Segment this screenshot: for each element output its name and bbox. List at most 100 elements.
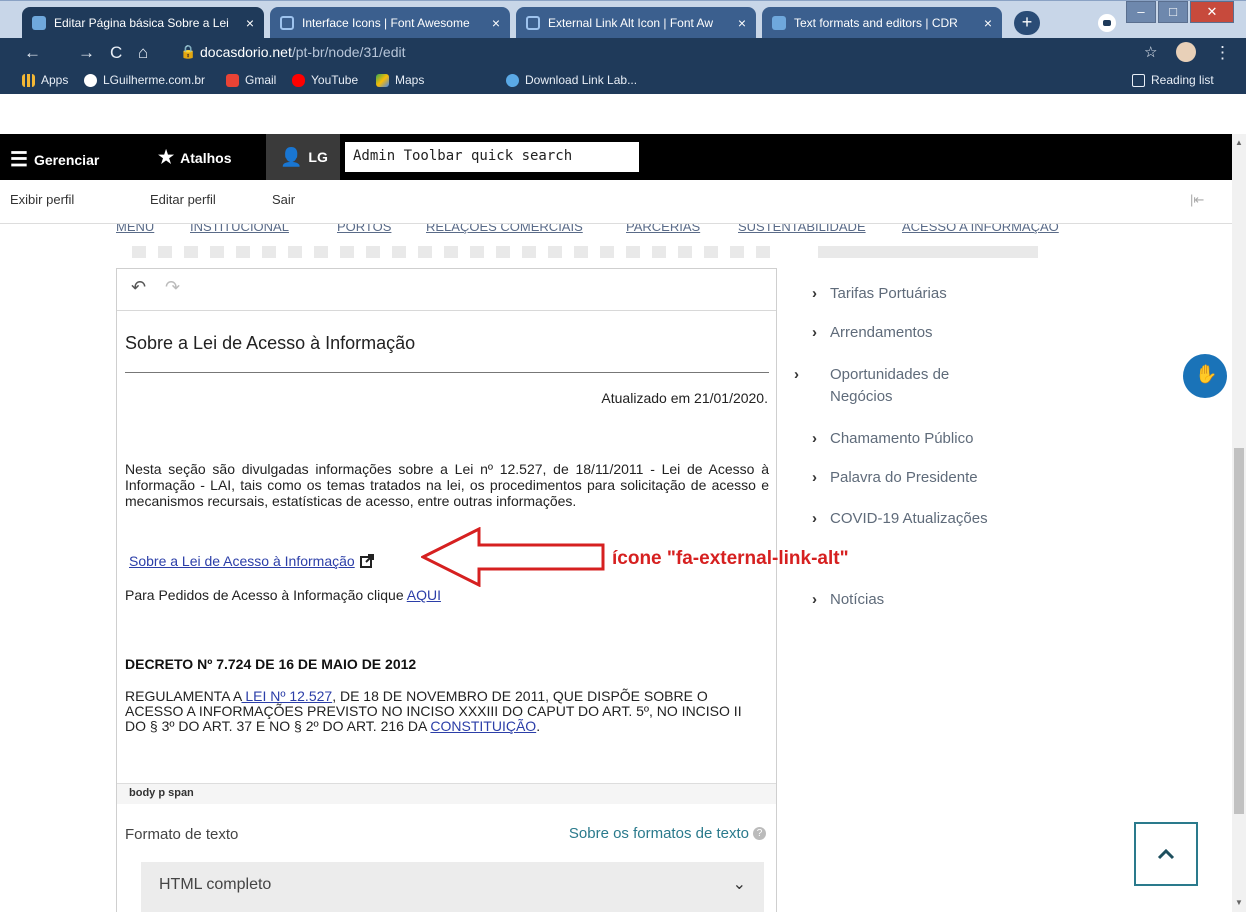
redo-icon[interactable]: ↷ xyxy=(165,277,180,298)
accessibility-vlibras-button[interactable]: ✋ xyxy=(1183,354,1227,398)
regul-text: REGULAMENTA A xyxy=(125,688,242,704)
sidebar-item-tarifas[interactable]: › Tarifas Portuárias xyxy=(812,283,947,305)
tab-close-icon[interactable]: × xyxy=(984,15,992,31)
lei-link[interactable]: LEI Nº 12.527 xyxy=(241,688,332,704)
logout-link[interactable]: Sair xyxy=(272,192,295,207)
bookmark-maps[interactable]: Maps xyxy=(376,73,424,87)
flag-icon xyxy=(526,16,540,30)
chevron-down-icon: ⌄ xyxy=(732,876,746,893)
bookmark-star-icon[interactable]: ☆ xyxy=(1144,43,1157,61)
download-icon xyxy=(506,73,519,87)
constituicao-link[interactable]: CONSTITUIÇÃO xyxy=(430,718,536,734)
tab-close-icon[interactable]: × xyxy=(738,15,746,31)
menu-item-parcerias[interactable]: PARCERIAS xyxy=(626,224,700,234)
text-format-select[interactable]: HTML completo ⌄ xyxy=(141,862,764,912)
chevron-right-icon: › xyxy=(812,324,817,341)
bookmark-download-link-lab[interactable]: Download Link Lab... xyxy=(506,73,637,87)
regulamenta-paragraph: REGULAMENTA A LEI Nº 12.527, DE 18 DE NO… xyxy=(125,689,765,734)
tab-close-icon[interactable]: × xyxy=(246,15,254,31)
sidebar-item-label: Palavra do Presidente xyxy=(830,469,978,486)
forward-icon[interactable]: → xyxy=(78,43,95,63)
address-bar: ← → C ⌂ 🔒 docasdorio.net/pt-br/node/31/e… xyxy=(0,38,1246,68)
hamburger-icon: ☰ xyxy=(10,149,28,171)
page-scrollbar[interactable]: ▲ ▼ xyxy=(1232,134,1246,912)
scroll-to-top-button[interactable] xyxy=(1134,822,1198,886)
browser-menu-icon[interactable]: ⋮ xyxy=(1214,43,1231,63)
admin-quick-search-input[interactable]: Admin Toolbar quick search xyxy=(345,142,639,172)
manage-button[interactable]: ☰ Gerenciar xyxy=(10,147,99,172)
menu-item-acesso-informacao[interactable]: ACESSO A INFORMAÇÃO xyxy=(902,224,1059,234)
menu-item-institucional[interactable]: INSTITUCIONAL xyxy=(190,224,289,234)
sidebar-item-arrendamentos[interactable]: › Arrendamentos xyxy=(812,322,933,344)
tab-editar-pagina[interactable]: Editar Página básica Sobre a Lei × xyxy=(22,7,264,39)
text-format-section: Formato de texto Sobre os formatos de te… xyxy=(116,804,777,912)
updated-date: Atualizado em 21/01/2020. xyxy=(601,390,768,406)
chevron-right-icon: › xyxy=(812,430,817,447)
tab-label: External Link Alt Icon | Font Aw xyxy=(548,16,713,30)
site-favicon-icon xyxy=(32,16,46,30)
close-window-icon[interactable]: ✕ xyxy=(1190,1,1234,23)
sidebar-item-covid[interactable]: › COVID-19 Atualizações xyxy=(812,508,988,530)
new-tab-button[interactable]: + xyxy=(1014,11,1040,35)
edit-profile-link[interactable]: Editar perfil xyxy=(150,192,216,207)
sidebar-item-chamamento[interactable]: › Chamamento Público xyxy=(812,428,973,450)
reading-list-button[interactable]: Reading list xyxy=(1132,73,1214,87)
user-label: LG xyxy=(308,149,328,165)
menu-item-portos[interactable]: PORTOS xyxy=(337,224,391,234)
external-link-alt-icon xyxy=(359,554,374,568)
scrollbar-thumb[interactable] xyxy=(1234,448,1244,814)
editor-heading: Sobre a Lei de Acesso à Informação xyxy=(125,333,416,353)
about-text-formats-link[interactable]: Sobre os formatos de texto ? xyxy=(569,825,766,842)
bookmark-label: Gmail xyxy=(245,73,277,87)
bookmark-lguilherme[interactable]: LGuilherme.com.br xyxy=(84,73,205,87)
minimize-window-icon[interactable]: – xyxy=(1126,1,1156,23)
chevron-right-icon: › xyxy=(812,591,817,608)
avatar[interactable] xyxy=(1176,42,1196,62)
globe-icon xyxy=(84,73,97,87)
intro-paragraph: Nesta seção são divulgadas informações s… xyxy=(125,461,769,509)
bookmark-label: Apps xyxy=(41,73,69,87)
star-icon: ★ xyxy=(158,147,175,167)
scroll-up-arrow-icon[interactable]: ▲ xyxy=(1235,138,1243,147)
user-tray: Exibir perfil Editar perfil Sair |⇤ xyxy=(0,180,1232,224)
tab-close-icon[interactable]: × xyxy=(492,15,500,31)
browser-toolbar: ← → C ⌂ 🔒 docasdorio.net/pt-br/node/31/e… xyxy=(0,38,1246,94)
annotation-arrow xyxy=(421,527,605,587)
back-icon[interactable]: ← xyxy=(24,43,41,63)
user-icon: 👤 xyxy=(280,146,303,167)
reload-icon[interactable]: C xyxy=(110,43,122,63)
menu-item-menu[interactable]: MENU xyxy=(116,224,154,234)
bookmark-gmail[interactable]: Gmail xyxy=(226,73,276,87)
gmail-icon xyxy=(226,73,239,87)
menu-item-sustentabilidade[interactable]: SUSTENTABILIDADE xyxy=(738,224,866,234)
tab-external-link-alt[interactable]: External Link Alt Icon | Font Aw × xyxy=(516,7,756,39)
site-favicon-icon xyxy=(772,16,786,30)
tab-interface-icons[interactable]: Interface Icons | Font Awesome × xyxy=(270,7,510,39)
home-icon[interactable]: ⌂ xyxy=(138,43,148,63)
shortcuts-button[interactable]: ★ Atalhos xyxy=(158,147,231,168)
url-field[interactable]: docasdorio.net/pt-br/node/31/edit xyxy=(200,44,405,60)
lock-icon[interactable]: 🔒 xyxy=(180,44,196,60)
scroll-down-arrow-icon[interactable]: ▼ xyxy=(1235,898,1243,907)
tab-text-formats[interactable]: Text formats and editors | CDR × xyxy=(762,7,1002,39)
bookmark-apps[interactable]: Apps xyxy=(22,73,68,87)
lai-link[interactable]: Sobre a Lei de Acesso à Informação xyxy=(129,553,374,569)
collapse-tray-icon[interactable]: |⇤ xyxy=(1190,192,1204,208)
elements-path[interactable]: body p span xyxy=(117,783,776,804)
sidebar-item-oportunidades[interactable]: › Oportunidades de Negócios xyxy=(794,364,992,408)
pedidos-line: Para Pedidos de Acesso à Informação cliq… xyxy=(125,587,441,603)
lai-link-label: Sobre a Lei de Acesso à Informação xyxy=(129,553,355,569)
bookmark-youtube[interactable]: YouTube xyxy=(292,73,358,87)
menu-item-relacoes-comerciais[interactable]: RELAÇÕES COMERCIAIS xyxy=(426,224,583,234)
tab-label: Text formats and editors | CDR xyxy=(794,16,958,30)
tab-search-icon[interactable] xyxy=(1098,14,1116,32)
text-format-label: Formato de texto xyxy=(125,826,239,843)
sidebar-item-noticias[interactable]: › Notícias xyxy=(812,589,884,611)
user-button[interactable]: 👤 LG xyxy=(266,134,340,180)
aqui-link[interactable]: AQUI xyxy=(407,587,441,603)
sidebar-item-palavra-presidente[interactable]: › Palavra do Presidente xyxy=(812,467,978,489)
view-profile-link[interactable]: Exibir perfil xyxy=(10,192,74,207)
text-format-value: HTML completo xyxy=(159,876,272,893)
maximize-window-icon[interactable]: □ xyxy=(1158,1,1188,23)
undo-icon[interactable]: ↶ xyxy=(131,277,146,298)
